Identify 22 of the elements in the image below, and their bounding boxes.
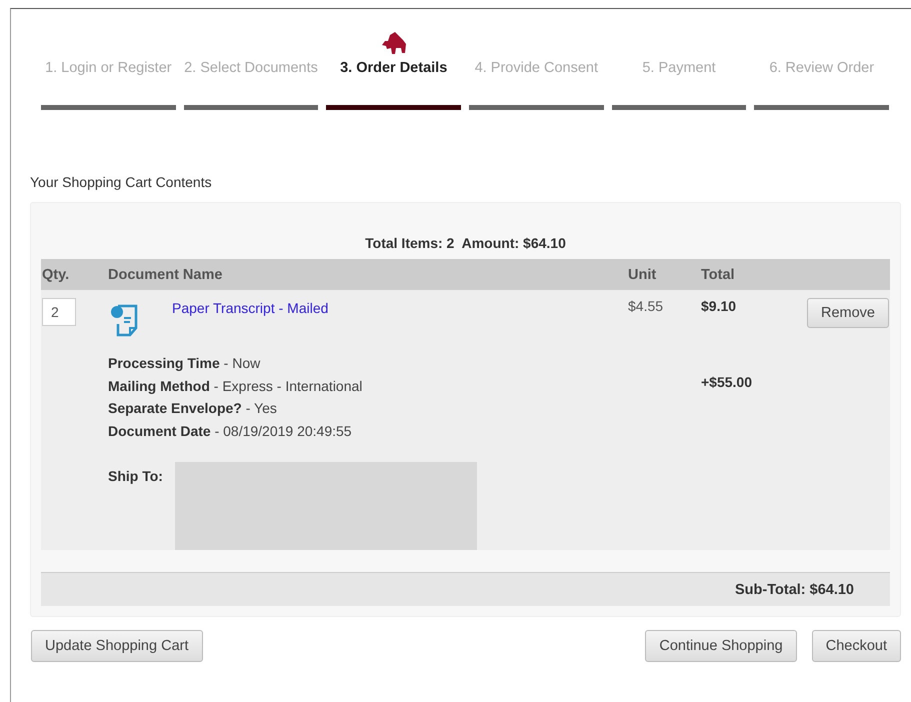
cart-action-button[interactable]: Continue Shopping [645, 630, 797, 662]
detail-line: Separate Envelope? - Yes [108, 399, 278, 418]
ship-to-label: Ship To: [108, 468, 163, 484]
step-tab[interactable]: 3. Order Details [340, 57, 448, 105]
subtotal: Sub-Total: $64.10 [735, 582, 854, 598]
update-cart-button[interactable]: Update Shopping Cart [31, 630, 202, 662]
document-link[interactable]: Paper Transcript - Mailed [172, 298, 328, 338]
detail-line: Mailing Method - Express - International [108, 376, 364, 396]
unit-price: $4.55 [628, 297, 664, 314]
extra-charge: +$55.00 [701, 374, 752, 390]
column-header: Total [701, 266, 736, 282]
detail-line: Document Date - 08/19/2019 20:49:55 [108, 422, 353, 440]
detail-line: Processing Time - Now [108, 354, 262, 373]
remove-button[interactable]: Remove [807, 298, 889, 328]
column-header: Unit [628, 266, 658, 282]
column-header: Document Name [108, 266, 224, 282]
cart-heading: Your Shopping Cart Contents [30, 174, 213, 190]
cart-summary: Total Items: 2 Amount: $64.10 [364, 235, 567, 251]
quantity-field[interactable]: 2 [42, 298, 76, 326]
line-total: $9.10 [701, 297, 736, 314]
cart-action-button[interactable]: Checkout [812, 630, 901, 662]
column-header: Qty. [41, 266, 70, 282]
